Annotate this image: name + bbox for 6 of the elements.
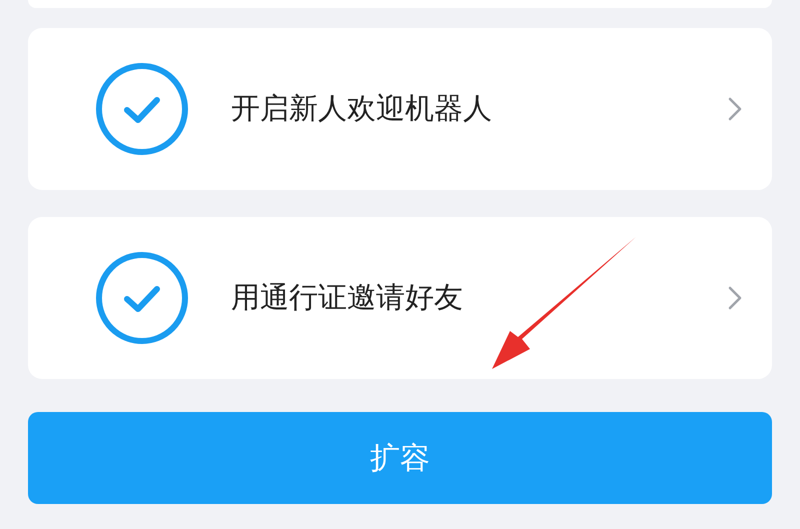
task-title: 用通行证邀请好友 [231, 279, 464, 316]
chevron-right-icon [728, 286, 742, 310]
chevron-right-icon [728, 97, 742, 121]
task-card[interactable]: 开启新人欢迎机器人 [28, 28, 772, 190]
task-card[interactable]: 用通行证邀请好友 [28, 217, 772, 379]
task-title: 开启新人欢迎机器人 [231, 90, 493, 128]
